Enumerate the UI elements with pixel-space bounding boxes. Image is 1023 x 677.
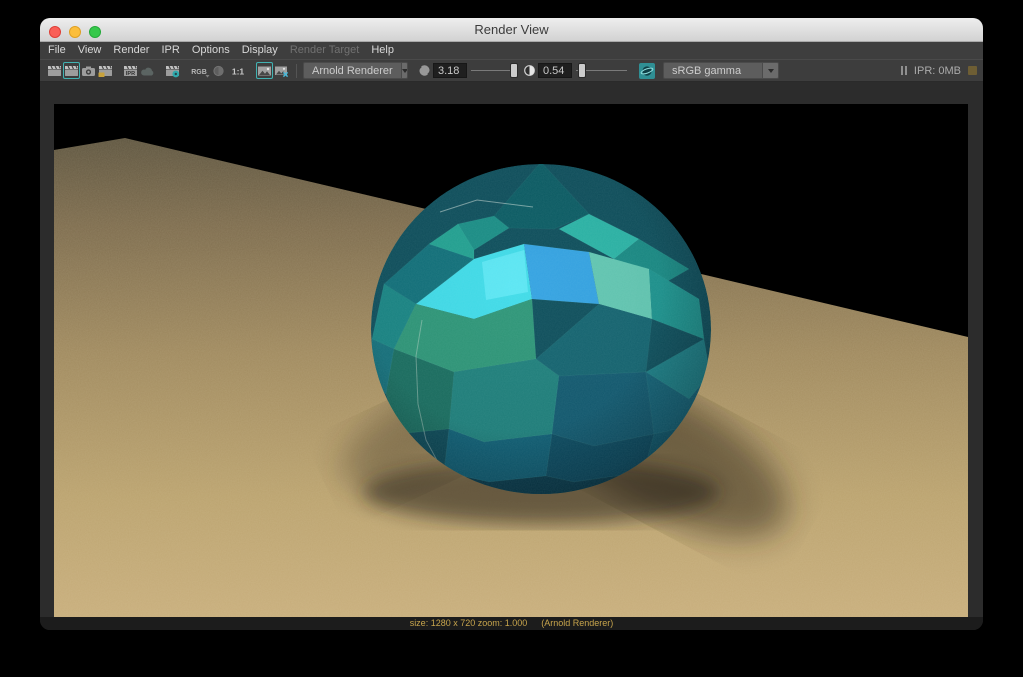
gamma-input[interactable]	[538, 63, 572, 78]
ipr-clapperboard-icon: IPR	[123, 64, 138, 78]
status-renderer: (Arnold Renderer)	[541, 617, 613, 630]
gamma-icon	[521, 62, 538, 79]
menu-ipr[interactable]: IPR	[155, 42, 185, 59]
color-management-button[interactable]	[639, 63, 655, 79]
status-bar: size: 1280 x 720 zoom: 1.000 (Arnold Ren…	[40, 617, 983, 630]
keep-image-icon	[257, 64, 272, 78]
toolbar: IPR RGB	[40, 59, 983, 82]
colorspace-dropdown[interactable]: sRGB gamma	[663, 62, 779, 79]
clapperboard-selected-icon	[64, 64, 79, 78]
chevron-down-icon	[401, 63, 408, 78]
pause-ipr-tuning-button	[139, 62, 156, 79]
remove-image-button[interactable]	[273, 62, 290, 79]
render-view-window: Render View File View Render IPR Options…	[40, 18, 983, 630]
window-title: Render View	[40, 22, 983, 37]
title-bar[interactable]: Render View	[40, 18, 983, 42]
menu-options[interactable]: Options	[186, 42, 236, 59]
svg-text:IPR: IPR	[126, 70, 135, 76]
snapshot-button[interactable]	[80, 62, 97, 79]
svg-text:RGB: RGB	[191, 69, 207, 76]
open-render-settings-button[interactable]	[97, 62, 114, 79]
camera-icon	[81, 64, 96, 78]
clapperboard-gear-icon	[165, 64, 180, 78]
render-view-panel	[40, 82, 983, 617]
pause-icon[interactable]	[901, 66, 907, 75]
clapperboard-icon	[47, 64, 62, 78]
real-size-icon: 1:1	[228, 64, 248, 78]
stop-ipr-icon[interactable]	[968, 66, 977, 75]
render-current-frame-button[interactable]	[63, 62, 80, 79]
display-alpha-channel-button	[210, 62, 227, 79]
ipr-update-cloud-icon	[140, 64, 155, 78]
exposure-aperture-icon	[416, 62, 433, 79]
display-real-size-button[interactable]: 1:1	[227, 62, 248, 79]
svg-text:1:1: 1:1	[231, 66, 244, 76]
menu-display[interactable]: Display	[236, 42, 284, 59]
alpha-channel-icon	[211, 64, 226, 78]
keep-image-button[interactable]	[256, 62, 273, 79]
colorspace-dropdown-value: sRGB gamma	[664, 65, 749, 77]
ipr-render-button[interactable]: IPR	[122, 62, 139, 79]
menu-bar: File View Render IPR Options Display Ren…	[40, 42, 983, 59]
status-size-zoom: size: 1280 x 720 zoom: 1.000	[410, 617, 528, 630]
menu-view[interactable]: View	[72, 42, 108, 59]
menu-help[interactable]: Help	[365, 42, 400, 59]
menu-render[interactable]: Render	[107, 42, 155, 59]
renderer-dropdown[interactable]: Arnold Renderer	[303, 62, 408, 79]
menu-file[interactable]: File	[42, 42, 72, 59]
redo-render-button[interactable]	[46, 62, 63, 79]
color-management-icon	[639, 63, 655, 79]
gamma-slider-handle[interactable]	[579, 64, 585, 77]
remove-image-icon	[274, 64, 289, 78]
chevron-down-icon	[762, 63, 778, 78]
gamma-slider[interactable]	[576, 63, 627, 78]
rgb-channels-icon: RGB	[190, 64, 210, 78]
ipr-render-settings-button[interactable]	[164, 62, 181, 79]
ipr-memory-label: IPR: 0MB	[914, 65, 961, 77]
renderer-dropdown-value: Arnold Renderer	[304, 65, 401, 77]
exposure-input[interactable]	[433, 63, 467, 78]
exposure-slider-handle[interactable]	[511, 64, 517, 77]
display-rgb-channels-button[interactable]: RGB	[189, 62, 210, 79]
exposure-slider[interactable]	[471, 63, 517, 78]
rendered-image[interactable]	[54, 104, 968, 617]
clapperboard-settings-icon	[98, 64, 113, 78]
menu-render-target: Render Target	[284, 42, 366, 59]
